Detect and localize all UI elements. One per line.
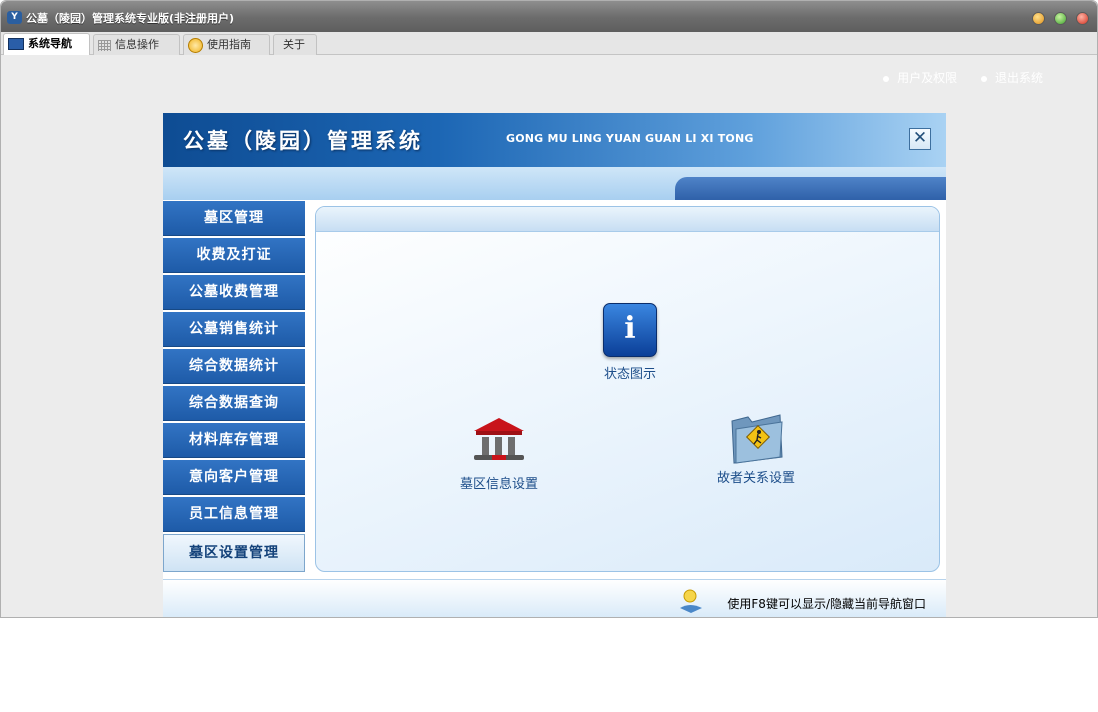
window-title: 公墓（陵园）管理系统专业版(非注册用户): [26, 12, 235, 25]
sidebar-nav: 墓区管理 收费及打证 公墓收费管理 公墓销售统计 综合数据统计 综合数据查询 材…: [163, 201, 305, 574]
launcher-label: 墓区信息设置: [459, 477, 538, 492]
launcher-label: 状态图示: [603, 367, 656, 382]
nav-item-cemetery-settings[interactable]: 墓区设置管理: [163, 534, 305, 572]
title-bar: Y 公墓（陵园）管理系统专业版(非注册用户): [1, 1, 1097, 32]
link-label: 退出系统: [994, 71, 1043, 85]
footer-bar: 使用F8键可以显示/隐藏当前导航窗口: [163, 579, 946, 617]
user-permissions-link[interactable]: 用户及权限: [883, 71, 957, 85]
nav-item-cemetery-management[interactable]: 墓区管理: [163, 201, 305, 236]
tab-label: 信息操作: [115, 38, 159, 51]
info-glyph: i: [624, 311, 636, 346]
nav-item-employees[interactable]: 员工信息管理: [163, 497, 305, 532]
launcher-status-legend[interactable]: i 状态图示: [580, 303, 680, 382]
launcher-label: 故者关系设置: [716, 471, 795, 486]
nav-item-sales-stats[interactable]: 公墓销售统计: [163, 312, 305, 347]
maximize-button[interactable]: [1053, 12, 1067, 25]
nav-item-cemetery-fees[interactable]: 公墓收费管理: [163, 275, 305, 310]
app-logo-icon: Y: [7, 11, 22, 24]
grid-icon: [98, 39, 111, 51]
tab-bar: 系统导航 信息操作 使用指南 关于: [1, 32, 1097, 55]
system-title: 公墓（陵园）管理系统: [183, 128, 423, 153]
tab-info-operations[interactable]: 信息操作: [93, 34, 180, 55]
tab-system-navigation[interactable]: 系统导航: [3, 33, 90, 55]
navigation-panel: 公墓（陵园）管理系统 GONG MU LING YUAN GUAN LI XI …: [163, 113, 946, 617]
app-window: Y 公墓（陵园）管理系统专业版(非注册用户) 系统导航 信息操作 使用指南 关于…: [0, 0, 1098, 618]
tip-icon: [678, 588, 702, 613]
help-icon: [188, 37, 203, 53]
exit-system-link[interactable]: 退出系统: [980, 71, 1043, 85]
folder-icon: [726, 407, 786, 464]
tab-label: 系统导航: [28, 37, 72, 50]
launcher-relation-settings[interactable]: 故者关系设置: [701, 407, 811, 486]
nav-item-inventory[interactable]: 材料库存管理: [163, 423, 305, 458]
nav-item-overall-stats[interactable]: 综合数据统计: [163, 349, 305, 384]
bullet-icon: [883, 75, 890, 82]
link-strip-tab: [675, 177, 946, 200]
temple-icon: [470, 415, 528, 467]
bullet-icon: [980, 75, 987, 82]
minimize-button[interactable]: [1031, 12, 1045, 25]
link-label: 用户及权限: [897, 71, 958, 85]
launcher-cemetery-info-settings[interactable]: 墓区信息设置: [444, 415, 554, 492]
f8-hint: 使用F8键可以显示/隐藏当前导航窗口: [727, 597, 926, 611]
monitor-icon: [8, 38, 24, 50]
nav-item-data-query[interactable]: 综合数据查询: [163, 386, 305, 421]
top-links: 用户及权限 退出系统: [863, 69, 1043, 86]
content-header: [316, 207, 939, 232]
tab-about[interactable]: 关于: [273, 34, 317, 55]
nav-item-prospects[interactable]: 意向客户管理: [163, 460, 305, 495]
link-strip: [163, 167, 946, 200]
tab-label: 关于: [283, 38, 305, 51]
tab-label: 使用指南: [207, 38, 251, 51]
tab-user-guide[interactable]: 使用指南: [183, 34, 270, 55]
info-icon: i: [603, 303, 657, 357]
nav-item-fees-certificates[interactable]: 收费及打证: [163, 238, 305, 273]
banner: 公墓（陵园）管理系统 GONG MU LING YUAN GUAN LI XI …: [163, 113, 946, 167]
content-area: i 状态图示 墓区信息设置 故者关系设置: [315, 206, 940, 572]
system-title-pinyin: GONG MU LING YUAN GUAN LI XI TONG: [506, 132, 754, 145]
close-panel-button[interactable]: ✕: [909, 128, 931, 150]
close-window-button[interactable]: [1076, 12, 1089, 25]
window-controls: [1028, 10, 1089, 29]
